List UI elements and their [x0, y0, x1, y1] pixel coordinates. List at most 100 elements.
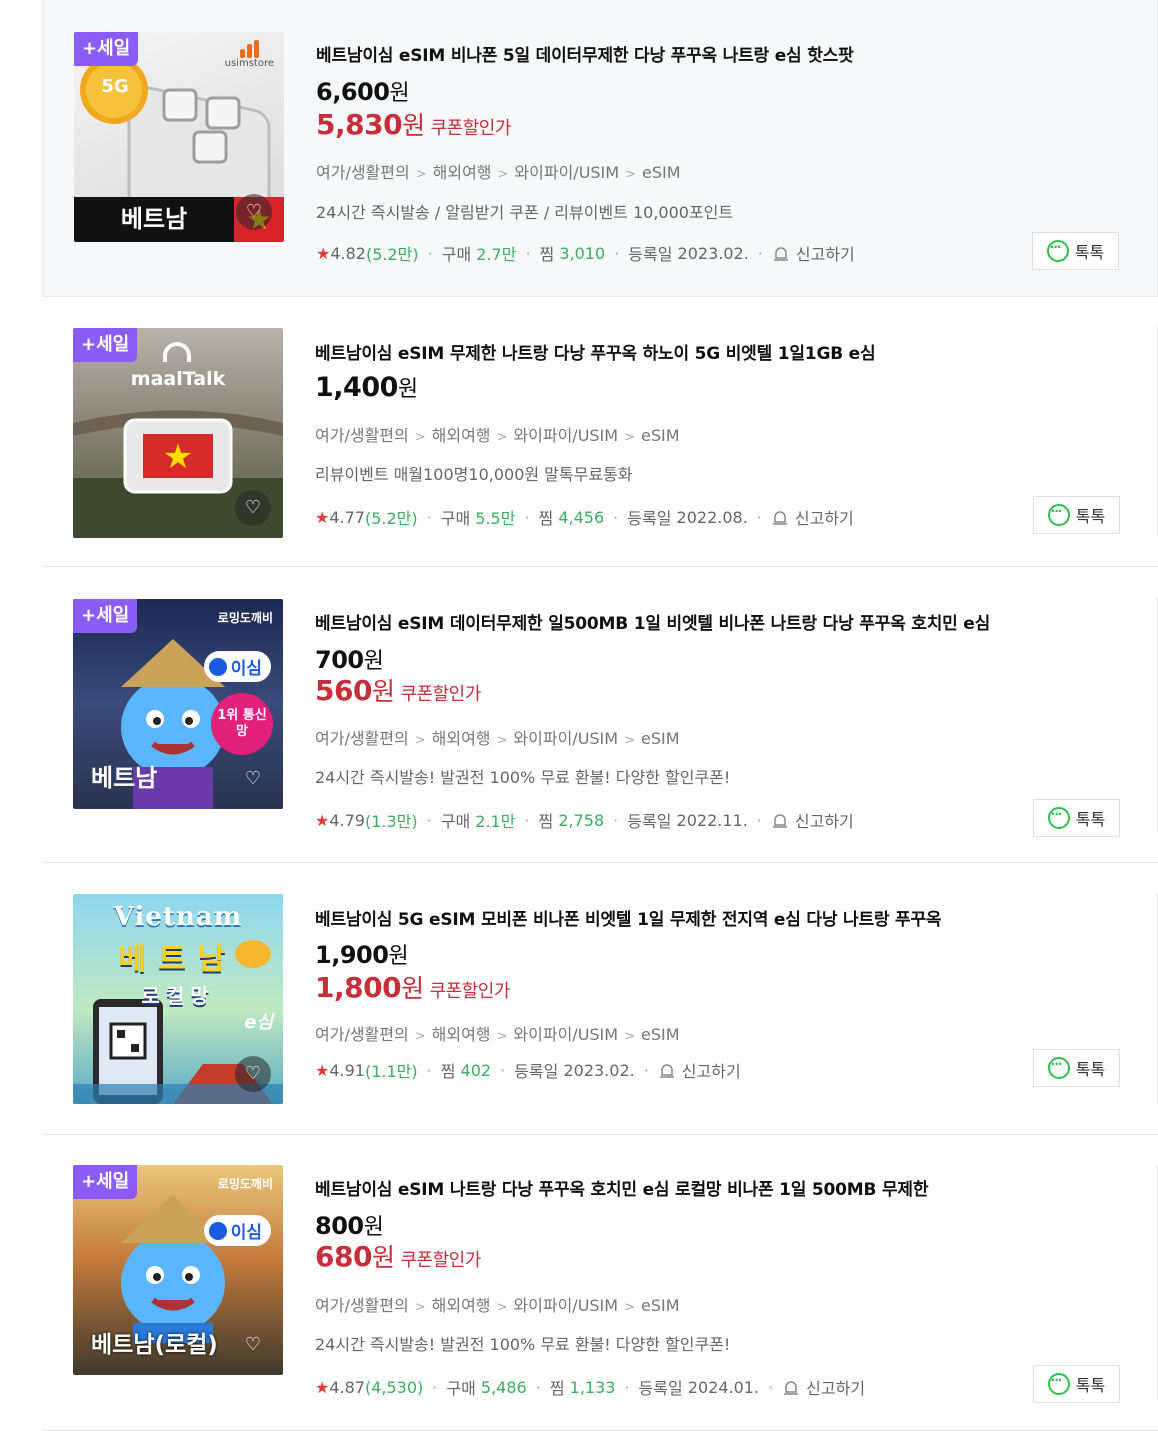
- category-link[interactable]: eSIM: [641, 729, 680, 748]
- brand-logo: 로밍도깨비: [217, 611, 273, 625]
- promo-text: 리뷰이벤트 매월100명10,000원 말톡무료통화: [315, 465, 633, 484]
- report-link[interactable]: 신고하기: [795, 505, 854, 529]
- report-link[interactable]: 신고하기: [795, 808, 854, 832]
- product-thumbnail[interactable]: +세일 로밍도깨비 이심 베트남(로컬) ♡: [73, 1165, 283, 1375]
- product-item[interactable]: +세일 로밍도깨비 이심 베트남(로컬) ♡ 베트남이심 eSIM 나트랑 다낭…: [42, 1135, 1158, 1431]
- category-link[interactable]: 해외여행: [433, 163, 492, 182]
- product-thumbnail[interactable]: Vietnam 베트남 로컬망 e심 ♡: [73, 894, 283, 1104]
- talk-button[interactable]: 톡톡: [1033, 799, 1120, 837]
- review-count[interactable]: (1.3만): [365, 808, 418, 832]
- wishlist-heart-icon[interactable]: ♡: [235, 761, 271, 797]
- product-title[interactable]: 베트남이심 eSIM 데이터무제한 일500MB 1일 비엣텔 비나폰 나트랑 …: [315, 609, 990, 634]
- product-title[interactable]: 베트남이심 eSIM 비나폰 5일 데이터무제한 다낭 푸꾸옥 나트랑 e심 핫…: [316, 41, 854, 66]
- coupon-price: 680원 쿠폰할인가: [315, 1238, 481, 1274]
- category-link[interactable]: 와이파이/USIM: [514, 163, 619, 182]
- category-link[interactable]: 해외여행: [432, 426, 491, 445]
- review-count[interactable]: (4,530): [365, 1378, 423, 1397]
- talk-label: 톡톡: [1075, 1060, 1106, 1079]
- zzim-label: 찜: [440, 1062, 456, 1081]
- won-unit: 원: [371, 677, 395, 706]
- zzim-count: 2,758: [558, 810, 605, 830]
- wishlist-heart-icon[interactable]: ♡: [236, 194, 272, 230]
- rating: 4.77: [329, 507, 365, 527]
- category-link[interactable]: 여가/생활편의: [315, 1025, 409, 1044]
- talk-button[interactable]: 톡톡: [1033, 496, 1120, 534]
- category-link[interactable]: eSIM: [641, 1025, 680, 1044]
- product-item[interactable]: ★ +세일 maalTalk ♡ 베트남이심 eSIM 무제한 나트랑 다낭 푸…: [42, 297, 1158, 567]
- product-title[interactable]: 베트남이심 eSIM 나트랑 다낭 푸꾸옥 호치민 e심 로컬망 비나폰 1일 …: [315, 1175, 929, 1200]
- category-link[interactable]: 와이파이/USIM: [513, 1296, 618, 1315]
- chevron-icon: >: [496, 430, 508, 445]
- coupon-price-value: 5,830: [316, 108, 403, 141]
- rating: 4.87: [329, 1377, 365, 1397]
- product-meta: ★ 4.87 (4,530) · 구매 5,486 · 찜 1,133 · 등록일 202…: [315, 1375, 865, 1399]
- 5g-badge: 5G: [101, 76, 129, 97]
- product-item[interactable]: Vietnam 베트남 로컬망 e심 ♡ 베트남이심 5G eSIM 모비폰 비…: [42, 863, 1158, 1135]
- review-count[interactable]: (5.2만): [366, 241, 419, 265]
- reg-label: 등록일: [628, 245, 673, 264]
- product-price: 1,900원: [315, 938, 409, 970]
- category-link[interactable]: eSIM: [641, 426, 680, 445]
- talk-button[interactable]: 톡톡: [1033, 1365, 1120, 1403]
- category-link[interactable]: 와이파이/USIM: [513, 426, 618, 445]
- wishlist-heart-icon[interactable]: ♡: [235, 490, 271, 526]
- category-link[interactable]: 와이파이/USIM: [513, 729, 618, 748]
- price-value: 800: [315, 1212, 364, 1240]
- breadcrumb: 여가/생활편의 > 해외여행 > 와이파이/USIM > eSIM: [315, 725, 680, 749]
- buy-count: 2.7만: [476, 245, 517, 264]
- buy-label: 구매: [440, 812, 471, 831]
- coupon-label: 쿠폰할인가: [429, 981, 511, 1002]
- product-title[interactable]: 베트남이심 eSIM 무제한 나트랑 다낭 푸꾸옥 하노이 5G 비엣텔 1일1…: [315, 339, 876, 364]
- talk-label: 톡톡: [1075, 810, 1106, 829]
- category-link[interactable]: 여가/생활편의: [315, 1296, 409, 1315]
- product-item[interactable]: +세일 5G usimstore 베트남 ★ ♡ 베트남이심 eSIM 비나폰 …: [42, 0, 1158, 297]
- review-count[interactable]: (5.2만): [365, 505, 418, 529]
- talk-button[interactable]: 톡톡: [1033, 1049, 1120, 1087]
- product-thumbnail[interactable]: ★ +세일 maalTalk ♡: [73, 328, 283, 538]
- category-link[interactable]: 여가/생활편의: [316, 163, 410, 182]
- talk-button[interactable]: 톡톡: [1032, 232, 1119, 270]
- reg-date: 2023.02.: [677, 243, 749, 263]
- zzim-count: 1,133: [569, 1377, 616, 1397]
- report-link[interactable]: 신고하기: [682, 1058, 741, 1082]
- esim-pill-label: 이심: [230, 1223, 262, 1243]
- wishlist-heart-icon[interactable]: ♡: [235, 1327, 271, 1363]
- signal-icon: [208, 1221, 227, 1240]
- coupon-label: 쿠폰할인가: [430, 118, 512, 139]
- rating: 4.91: [329, 1060, 365, 1080]
- category-link[interactable]: 여가/생활편의: [315, 426, 409, 445]
- zzim-label: 찜: [538, 812, 554, 831]
- product-title[interactable]: 베트남이심 5G eSIM 모비폰 비나폰 비엣텔 1일 무제한 전지역 e심 …: [315, 905, 942, 930]
- product-thumbnail[interactable]: +세일 5G usimstore 베트남 ★ ♡: [74, 32, 284, 242]
- chevron-icon: >: [497, 167, 509, 182]
- reg-date: 2024.01.: [687, 1377, 760, 1397]
- category-link[interactable]: eSIM: [642, 163, 681, 182]
- report-link[interactable]: 신고하기: [796, 241, 855, 265]
- review-count[interactable]: (1.1만): [365, 1058, 418, 1082]
- coupon-price-value: 560: [315, 674, 372, 707]
- won-unit: 원: [401, 974, 424, 1003]
- report-link[interactable]: 신고하기: [806, 1375, 865, 1399]
- chat-bubble-icon: [1047, 504, 1070, 526]
- chevron-icon: >: [624, 1029, 635, 1044]
- category-link[interactable]: 해외여행: [432, 1025, 491, 1044]
- category-link[interactable]: eSIM: [641, 1296, 680, 1315]
- category-link[interactable]: 해외여행: [432, 729, 491, 748]
- promo-text: 24시간 즉시발송! 발권전 100% 무료 환불! 다양한 할인쿠폰!: [315, 1335, 731, 1354]
- chevron-icon: >: [624, 430, 635, 445]
- star-icon: ★: [315, 507, 330, 527]
- thumb-caption: 베트남: [120, 205, 188, 233]
- product-thumbnail[interactable]: +세일 로밍도깨비 이심 1위 통신망 베트남 ♡: [73, 599, 283, 809]
- chevron-icon: >: [414, 1300, 426, 1315]
- category-link[interactable]: 와이파이/USIM: [513, 1025, 618, 1044]
- chevron-icon: >: [624, 1300, 635, 1315]
- reg-date: 2023.02.: [563, 1060, 635, 1080]
- won-unit: 원: [397, 377, 418, 402]
- star-icon: ★: [315, 1060, 330, 1080]
- category-link[interactable]: 여가/생활편의: [315, 729, 409, 748]
- coupon-price: 5,830원 쿠폰할인가: [316, 106, 511, 142]
- wishlist-heart-icon[interactable]: ♡: [235, 1056, 271, 1092]
- product-item[interactable]: +세일 로밍도깨비 이심 1위 통신망 베트남 ♡ 베트남이심 eSIM 데이터…: [42, 567, 1158, 863]
- breadcrumb: 여가/생활편의 > 해외여행 > 와이파이/USIM > eSIM: [315, 422, 680, 446]
- category-link[interactable]: 해외여행: [432, 1296, 491, 1315]
